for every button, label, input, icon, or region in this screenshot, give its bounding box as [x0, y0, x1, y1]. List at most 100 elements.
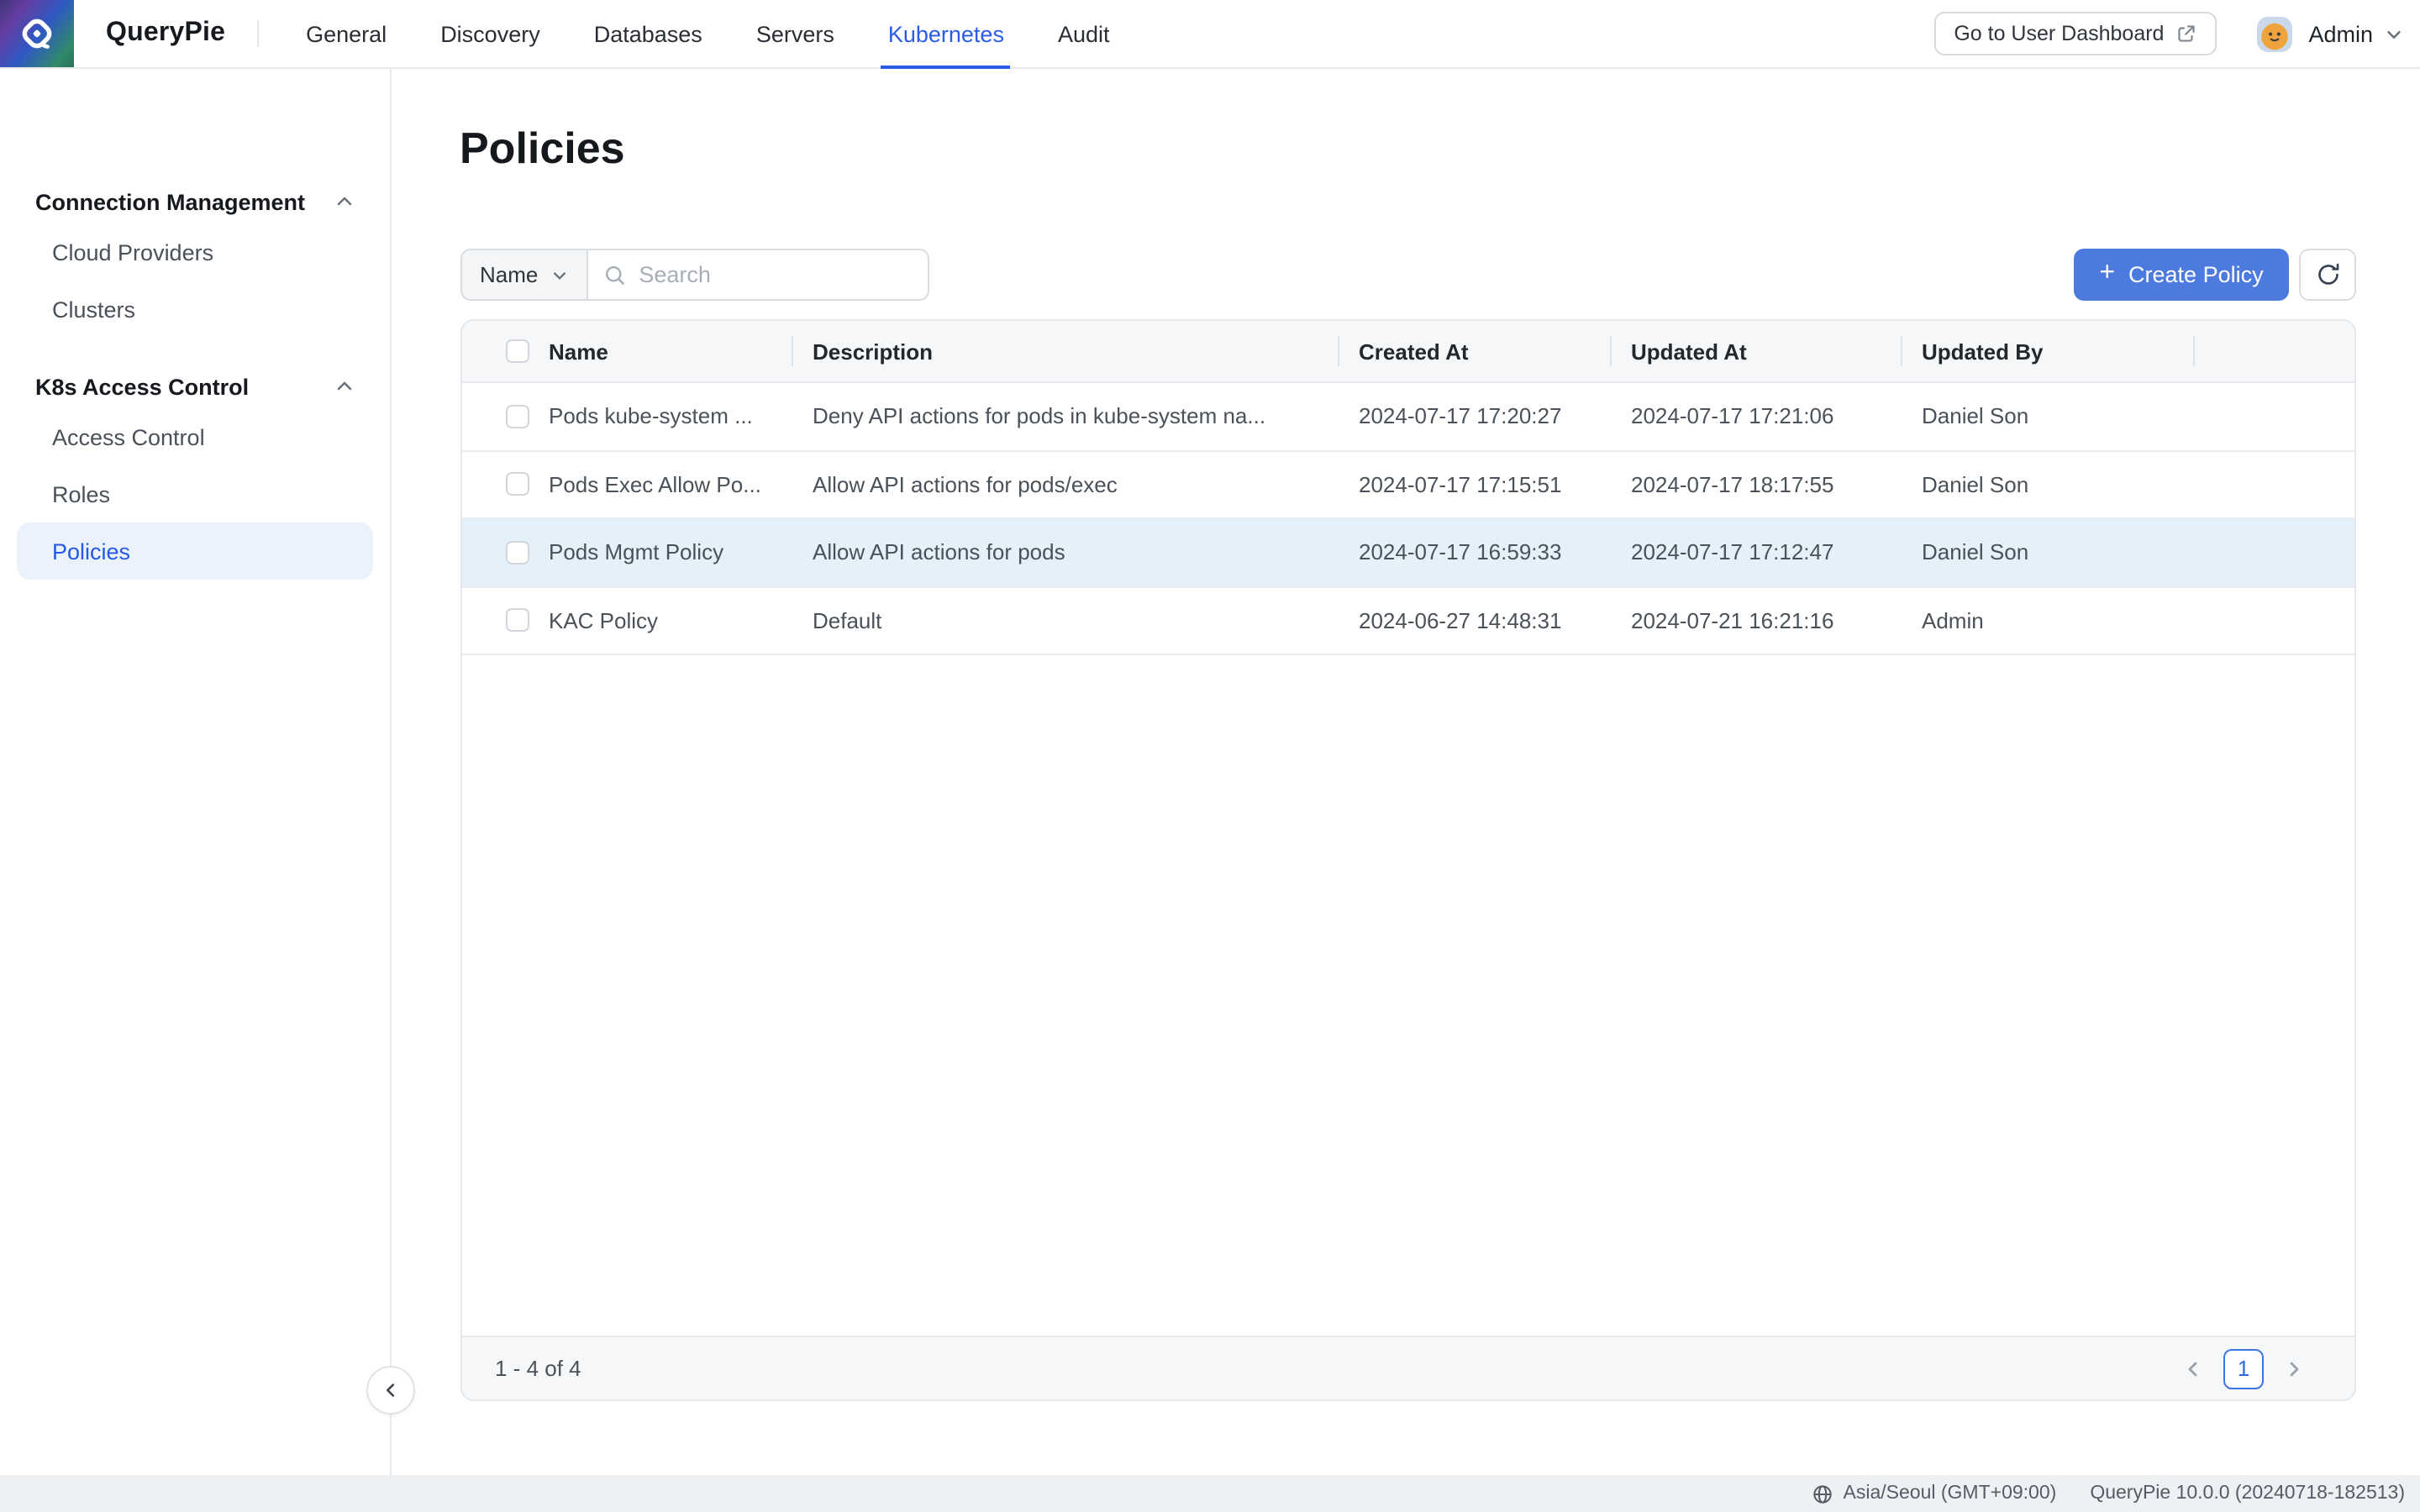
sidebar: Connection Management Cloud Providers Cl… — [0, 69, 392, 1475]
table-footer: 1 - 4 of 4 1 — [461, 1336, 2354, 1399]
main-content: Policies Name — [392, 69, 2420, 1475]
sidebar-section-k8s-access-control: K8s Access Control Access Control Roles … — [0, 365, 390, 580]
create-policy-label: Create Policy — [2128, 262, 2264, 287]
page-title: Policies — [460, 126, 2356, 170]
sidebar-item-access-control[interactable]: Access Control — [17, 408, 373, 465]
filter-field-label: Name — [480, 262, 538, 287]
create-policy-button[interactable]: + Create Policy — [2074, 249, 2289, 301]
sidebar-section-title: K8s Access Control — [35, 374, 334, 399]
table-header-row: Name Description Created At Updated At U… — [461, 321, 2354, 383]
sidebar-section-connection-management: Connection Management Cloud Providers Cl… — [0, 180, 390, 338]
go-to-user-dashboard-label: Go to User Dashboard — [1954, 22, 2164, 45]
nav-tab-discovery[interactable]: Discovery — [434, 0, 547, 67]
nav-tab-kubernetes[interactable]: Kubernetes — [881, 0, 1011, 67]
nav-tab-databases[interactable]: Databases — [587, 0, 709, 67]
cell-actions — [2194, 383, 2354, 449]
header-checkbox-cell — [461, 321, 529, 381]
column-header-updated-at[interactable]: Updated At — [1611, 321, 1902, 381]
querypie-logo[interactable] — [0, 0, 74, 67]
chevron-right-icon — [2284, 1358, 2304, 1378]
cell-description: Deny API actions for pods in kube-system… — [792, 383, 1339, 449]
row-checkbox[interactable] — [505, 609, 529, 633]
pagination: 1 — [2173, 1348, 2314, 1389]
filter-field-dropdown[interactable]: Name — [460, 249, 588, 301]
table-row[interactable]: KAC Policy Default 2024-06-27 14:48:31 2… — [461, 587, 2354, 655]
chevron-left-icon — [2183, 1358, 2203, 1378]
user-name: Admin — [2308, 21, 2373, 46]
table-row[interactable]: Pods kube-system ... Deny API actions fo… — [461, 383, 2354, 451]
sidebar-item-policies[interactable]: Policies — [17, 522, 373, 580]
pagination-next-button[interactable] — [2274, 1348, 2314, 1389]
brand-name: QueryPie — [106, 18, 225, 49]
cell-updated-at: 2024-07-17 18:17:55 — [1611, 451, 1902, 517]
row-checkbox[interactable] — [505, 405, 529, 428]
row-checkbox-cell — [461, 587, 529, 654]
querypie-admin-app: QueryPie General Discovery Databases Ser… — [0, 0, 2420, 1512]
cell-actions — [2194, 451, 2354, 517]
pagination-range-text: 1 - 4 of 4 — [495, 1356, 581, 1381]
sidebar-section-header-connection-management[interactable]: Connection Management — [0, 180, 390, 223]
pagination-prev-button[interactable] — [2173, 1348, 2213, 1389]
cell-name: Pods Exec Allow Po... — [529, 451, 792, 517]
column-header-description[interactable]: Description — [792, 321, 1339, 381]
cell-description: Default — [792, 587, 1339, 654]
column-header-actions — [2194, 321, 2354, 381]
policies-table: Name Description Created At Updated At U… — [460, 319, 2356, 1401]
search-icon — [603, 263, 627, 286]
table-row[interactable]: Pods Exec Allow Po... Allow API actions … — [461, 451, 2354, 519]
sidebar-item-roles[interactable]: Roles — [17, 465, 373, 522]
cell-updated-by: Admin — [1902, 587, 2194, 654]
column-header-name[interactable]: Name — [529, 321, 792, 381]
select-all-checkbox[interactable] — [505, 339, 529, 363]
column-header-updated-by[interactable]: Updated By — [1902, 321, 2194, 381]
sidebar-item-cloud-providers[interactable]: Cloud Providers — [17, 223, 373, 281]
timezone-text: Asia/Seoul (GMT+09:00) — [1844, 1483, 2057, 1504]
topbar-divider — [257, 20, 259, 47]
nav-tab-audit[interactable]: Audit — [1051, 0, 1117, 67]
chevron-up-icon — [334, 192, 355, 212]
version-text: QueryPie 10.0.0 (20240718-182513) — [2090, 1483, 2405, 1504]
nav-tab-servers[interactable]: Servers — [750, 0, 841, 67]
toolbar-actions: + Create Policy — [2074, 249, 2356, 301]
chevron-up-icon — [334, 376, 355, 396]
cell-created-at: 2024-06-27 14:48:31 — [1339, 587, 1611, 654]
chevron-down-icon — [551, 266, 568, 283]
go-to-user-dashboard-button[interactable]: Go to User Dashboard — [1933, 12, 2216, 55]
table-row-selected[interactable]: Pods Mgmt Policy Allow API actions for p… — [461, 519, 2354, 587]
sidebar-section-header-k8s-access-control[interactable]: K8s Access Control — [0, 365, 390, 408]
globe-icon — [1812, 1483, 1833, 1504]
table-empty-area — [461, 655, 2354, 1336]
cell-actions — [2194, 519, 2354, 585]
column-header-created-at[interactable]: Created At — [1339, 321, 1611, 381]
sidebar-section-title: Connection Management — [35, 189, 334, 214]
user-menu[interactable]: Admin — [2256, 16, 2403, 51]
cell-updated-at: 2024-07-21 16:21:16 — [1611, 587, 1902, 654]
cell-created-at: 2024-07-17 17:15:51 — [1339, 451, 1611, 517]
sidebar-collapse-button[interactable] — [366, 1366, 415, 1415]
refresh-icon — [2315, 262, 2340, 287]
querypie-logo-icon — [15, 12, 59, 55]
toolbar: Name + Create Policy — [460, 249, 2356, 301]
cell-updated-by: Daniel Son — [1902, 383, 2194, 449]
pagination-page-1[interactable]: 1 — [2223, 1348, 2264, 1389]
timezone-status: Asia/Seoul (GMT+09:00) — [1812, 1483, 2057, 1504]
nav-tab-general[interactable]: General — [299, 0, 393, 67]
sidebar-item-clusters[interactable]: Clusters — [17, 281, 373, 338]
row-checkbox-cell — [461, 383, 529, 449]
search-filter-group: Name — [460, 249, 929, 301]
cell-name: Pods Mgmt Policy — [529, 519, 792, 585]
row-checkbox[interactable] — [505, 473, 529, 496]
cell-description: Allow API actions for pods — [792, 519, 1339, 585]
avatar — [2256, 16, 2291, 51]
cell-name: Pods kube-system ... — [529, 383, 792, 449]
refresh-button[interactable] — [2299, 249, 2356, 301]
chevron-left-icon — [381, 1381, 400, 1399]
row-checkbox[interactable] — [505, 541, 529, 564]
cell-name: KAC Policy — [529, 587, 792, 654]
external-link-icon — [2175, 24, 2196, 44]
search-input[interactable] — [639, 262, 913, 287]
cell-created-at: 2024-07-17 16:59:33 — [1339, 519, 1611, 585]
cell-updated-at: 2024-07-17 17:21:06 — [1611, 383, 1902, 449]
top-navigation-bar: QueryPie General Discovery Databases Ser… — [0, 0, 2420, 69]
row-checkbox-cell — [461, 519, 529, 585]
